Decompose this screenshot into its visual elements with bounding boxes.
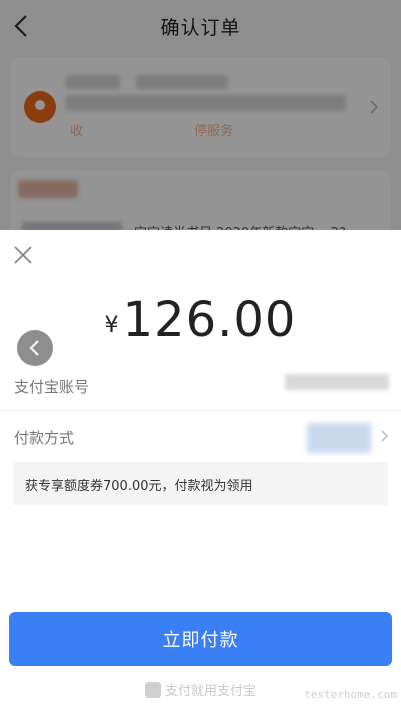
- redacted-account: [285, 374, 389, 390]
- currency-symbol: ¥: [104, 313, 119, 338]
- payment-sheet: ¥126.00 支付宝账号 付款方式 获专享额度券700.00元，付款视为领用 …: [0, 230, 401, 710]
- promo-banner: 获专享额度券700.00元，付款视为领用: [13, 462, 388, 505]
- redacted-payment-method: [307, 423, 371, 453]
- promo-text: 获专享额度券700.00元，付款视为领用: [25, 479, 253, 494]
- amount-value: 126.00: [122, 292, 297, 348]
- watermark: testerhome.com: [304, 688, 397, 701]
- dim-overlay[interactable]: [0, 0, 401, 230]
- pay-now-button[interactable]: 立即付款: [9, 612, 392, 666]
- alipay-logo-icon: [144, 682, 161, 698]
- account-row: 支付宝账号: [0, 360, 401, 410]
- chevron-right-icon: [381, 430, 389, 442]
- account-label: 支付宝账号: [14, 378, 90, 396]
- footer-text: 支付就用支付宝: [164, 684, 256, 699]
- close-icon[interactable]: [12, 244, 34, 266]
- payment-amount: ¥126.00: [0, 292, 401, 348]
- payment-method-label: 付款方式: [14, 429, 75, 447]
- payment-method-row[interactable]: 付款方式: [0, 410, 401, 460]
- order-page-background: 确认订单 收 停服务 宝宝读半书日 2020年新款宝宝... 2?: [0, 0, 401, 230]
